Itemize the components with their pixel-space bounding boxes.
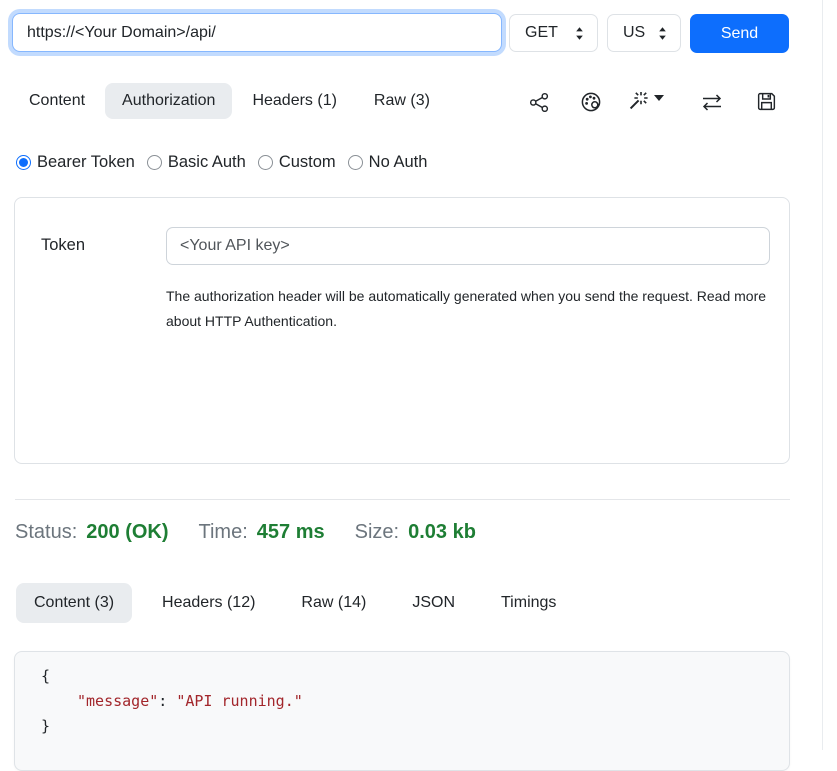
radio-label: No Auth	[369, 153, 428, 172]
radio-unselected-icon	[258, 155, 273, 170]
json-line: {	[41, 664, 789, 689]
request-tabs: Content Authorization Headers (1) Raw (3…	[12, 83, 447, 119]
auth-help-line2: about HTTP Authentication.	[166, 309, 776, 334]
time-value: 457 ms	[257, 521, 325, 544]
json-colon: :	[158, 692, 176, 710]
json-line: "message": "API running."	[41, 689, 789, 714]
time-label: Time:	[199, 521, 248, 544]
api-client-window: GET US Send Content Authorization Header…	[0, 0, 837, 750]
radio-unselected-icon	[147, 155, 162, 170]
region-select[interactable]: US	[607, 14, 681, 52]
tab-authorization[interactable]: Authorization	[105, 83, 232, 119]
response-body-panel: {"message": "API running."}	[14, 651, 790, 771]
size-label: Size:	[355, 521, 399, 544]
response-time: Time: 457 ms	[199, 521, 325, 544]
radio-unselected-icon	[348, 155, 363, 170]
scrollbar-divider	[822, 0, 823, 750]
palette-icon[interactable]	[579, 90, 603, 114]
response-tab-timings[interactable]: Timings	[485, 583, 572, 623]
token-input[interactable]	[166, 227, 770, 265]
auth-type-options: Bearer Token Basic Auth Custom No Auth	[16, 153, 427, 172]
status-label: Status:	[15, 521, 77, 544]
caret-down-icon	[654, 95, 664, 101]
response-tab-content[interactable]: Content (3)	[16, 583, 132, 623]
magic-wand-icon[interactable]	[627, 90, 664, 114]
json-string-value: "API running."	[176, 692, 302, 710]
tab-raw[interactable]: Raw (3)	[357, 83, 447, 119]
method-select-value: GET	[525, 24, 558, 42]
auth-help-line1: The authorization header will be automat…	[166, 284, 776, 309]
region-select-value: US	[623, 24, 645, 42]
json-line: }	[41, 714, 789, 739]
auth-option-bearer-token[interactable]: Bearer Token	[16, 153, 135, 172]
status-code: Status: 200 (OK)	[15, 521, 169, 544]
method-select[interactable]: GET	[509, 14, 598, 52]
auth-option-custom[interactable]: Custom	[258, 153, 336, 172]
token-label: Token	[41, 236, 85, 255]
auth-help-text: The authorization header will be automat…	[166, 284, 776, 334]
radio-label: Bearer Token	[37, 153, 135, 172]
response-tabs: Content (3) Headers (12) Raw (14) JSON T…	[16, 583, 572, 623]
auth-option-no-auth[interactable]: No Auth	[348, 153, 428, 172]
auth-option-basic-auth[interactable]: Basic Auth	[147, 153, 246, 172]
swap-arrows-icon[interactable]	[700, 93, 724, 112]
share-icon[interactable]	[528, 91, 551, 114]
radio-label: Custom	[279, 153, 336, 172]
response-status-bar: Status: 200 (OK) Time: 457 ms Size: 0.03…	[15, 521, 476, 544]
radio-label: Basic Auth	[168, 153, 246, 172]
response-tab-raw[interactable]: Raw (14)	[285, 583, 382, 623]
size-value: 0.03 kb	[408, 521, 476, 544]
tab-headers[interactable]: Headers (1)	[235, 83, 353, 119]
up-down-arrows-icon	[574, 26, 585, 41]
bearer-token-panel: Token The authorization header will be a…	[14, 197, 790, 464]
save-icon[interactable]	[755, 90, 778, 113]
url-input[interactable]	[12, 13, 502, 52]
radio-selected-icon	[16, 155, 31, 170]
json-key: "message"	[77, 692, 158, 710]
up-down-arrows-icon	[657, 26, 668, 41]
send-button[interactable]: Send	[690, 14, 789, 53]
response-size: Size: 0.03 kb	[355, 521, 476, 544]
response-tab-json[interactable]: JSON	[396, 583, 471, 623]
response-json: {"message": "API running."}	[15, 652, 789, 739]
tab-content[interactable]: Content	[12, 83, 102, 119]
response-tab-headers[interactable]: Headers (12)	[146, 583, 271, 623]
status-value: 200 (OK)	[86, 521, 168, 544]
section-divider	[15, 499, 790, 500]
